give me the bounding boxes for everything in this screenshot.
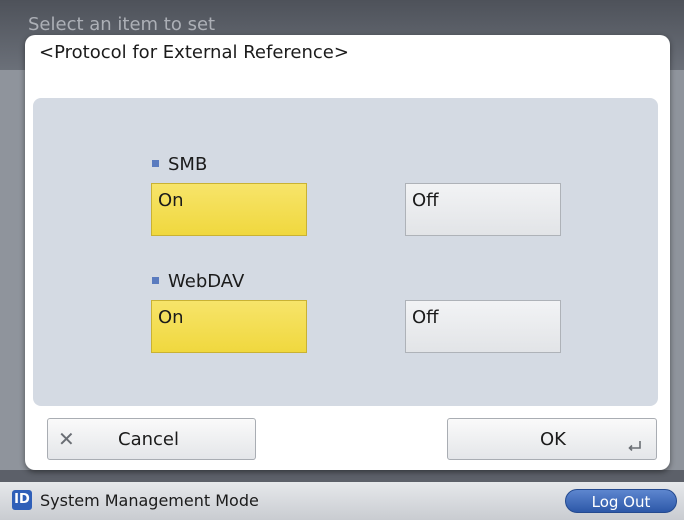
mode-text: System Management Mode — [40, 491, 259, 510]
webdav-off-button[interactable]: Off — [405, 300, 561, 353]
square-bullet-icon — [152, 276, 159, 284]
smb-label: SMB — [152, 154, 207, 175]
ok-button[interactable]: OK — [447, 418, 657, 460]
dialog-title: <Protocol for External Reference> — [39, 42, 349, 63]
smb-off-button[interactable]: Off — [405, 183, 561, 236]
background-title: Select an item to set — [28, 14, 216, 35]
webdav-label: WebDAV — [152, 271, 244, 292]
close-icon: ✕ — [58, 427, 75, 451]
status-bar: ID System Management Mode Log Out — [0, 482, 684, 520]
id-badge-icon: ID — [12, 490, 32, 510]
logout-button[interactable]: Log Out — [565, 489, 677, 513]
ok-label: OK — [540, 429, 566, 450]
cancel-button[interactable]: ✕ Cancel — [47, 418, 256, 460]
protocol-dialog: <Protocol for External Reference> SMB On… — [25, 35, 670, 470]
webdav-on-button[interactable]: On — [151, 300, 307, 353]
settings-panel: SMB On Off WebDAV On Off — [33, 98, 658, 406]
smb-on-button[interactable]: On — [151, 183, 307, 236]
square-bullet-icon — [152, 159, 159, 167]
cancel-label: Cancel — [118, 429, 179, 450]
enter-return-icon — [628, 441, 641, 451]
